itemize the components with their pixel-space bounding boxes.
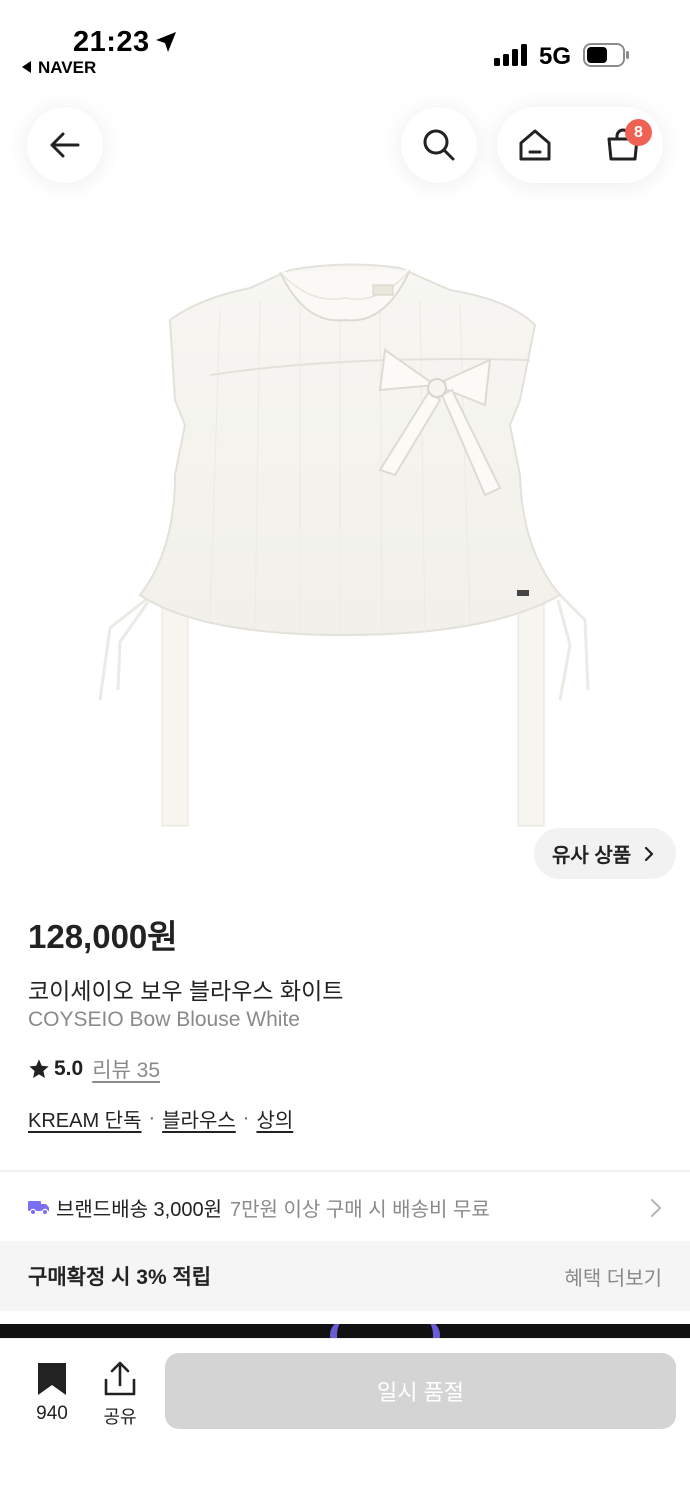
- tag-separator: ·: [242, 1107, 250, 1129]
- delivery-info-row[interactable]: 브랜드배송 3,000원 7만원 이상 구매 시 배송비 무료: [0, 1173, 690, 1241]
- nav-pill: 8: [497, 107, 663, 183]
- search-icon: [423, 129, 455, 161]
- chevron-right-icon: [651, 1199, 661, 1217]
- review-link[interactable]: 리뷰 35: [92, 1054, 160, 1084]
- benefit-more-link[interactable]: 혜택 더보기: [564, 1262, 662, 1291]
- bookmark-icon: [38, 1363, 66, 1395]
- chevron-right-icon: [645, 846, 654, 861]
- home-icon: [519, 129, 551, 161]
- share-icon: [104, 1361, 136, 1396]
- bottom-action-bar: 940 공유 일시 품절: [0, 1338, 690, 1500]
- product-name-english: COYSEIO Bow Blouse White: [28, 1008, 300, 1031]
- cart-badge: 8: [625, 119, 652, 146]
- temporarily-sold-out-button[interactable]: 일시 품절: [165, 1353, 676, 1429]
- product-price: 128,000원: [28, 918, 178, 955]
- search-button[interactable]: [401, 107, 477, 183]
- status-bar: 21:23 NAVER 5G: [0, 0, 690, 90]
- delivery-free-condition: 7만원 이상 구매 시 배송비 무료: [230, 1198, 490, 1221]
- home-button[interactable]: [511, 121, 559, 169]
- tag-separator: ·: [148, 1107, 156, 1129]
- benefit-row: 구매확정 시 3% 적립 혜택 더보기: [0, 1241, 690, 1311]
- back-app-label: NAVER: [38, 58, 97, 77]
- similar-products-button[interactable]: 유사 상품: [534, 828, 676, 879]
- status-time: 21:23: [73, 26, 150, 58]
- wishlist-count: 940: [36, 1403, 68, 1424]
- product-name-korean: 코이세이오 보우 블라우스 화이트: [28, 978, 344, 1004]
- tag-blouse[interactable]: 블라우스: [162, 1104, 236, 1133]
- category-tags: KREAM 단독 · 블라우스 · 상의: [28, 1104, 293, 1133]
- benefit-title: 구매확정 시 3% 적립: [28, 1266, 212, 1289]
- battery-icon: [583, 43, 629, 67]
- truck-icon: [28, 1201, 49, 1215]
- divider: [0, 1170, 690, 1172]
- star-icon: [29, 1059, 49, 1078]
- location-arrow-icon: [156, 32, 176, 52]
- network-label: 5G: [539, 43, 572, 70]
- back-button[interactable]: [27, 107, 103, 183]
- wishlist-button[interactable]: 940: [24, 1359, 80, 1431]
- delivery-fee: 브랜드배송 3,000원: [56, 1198, 223, 1221]
- rating-row: 5.0 리뷰 35: [28, 1054, 160, 1084]
- back-to-app-link[interactable]: NAVER: [22, 58, 96, 78]
- share-button[interactable]: 공유: [96, 1359, 144, 1431]
- white-bow-blouse-image[interactable]: [90, 250, 600, 840]
- signal-icon: [494, 44, 527, 66]
- similar-products-label: 유사 상품: [552, 845, 632, 867]
- share-label: 공유: [103, 1407, 137, 1427]
- arrow-left-icon: [50, 132, 80, 158]
- rating-score: 5.0: [54, 1057, 84, 1080]
- tag-kream-exclusive[interactable]: KREAM 단독: [28, 1104, 141, 1133]
- tag-top[interactable]: 상의: [256, 1104, 293, 1133]
